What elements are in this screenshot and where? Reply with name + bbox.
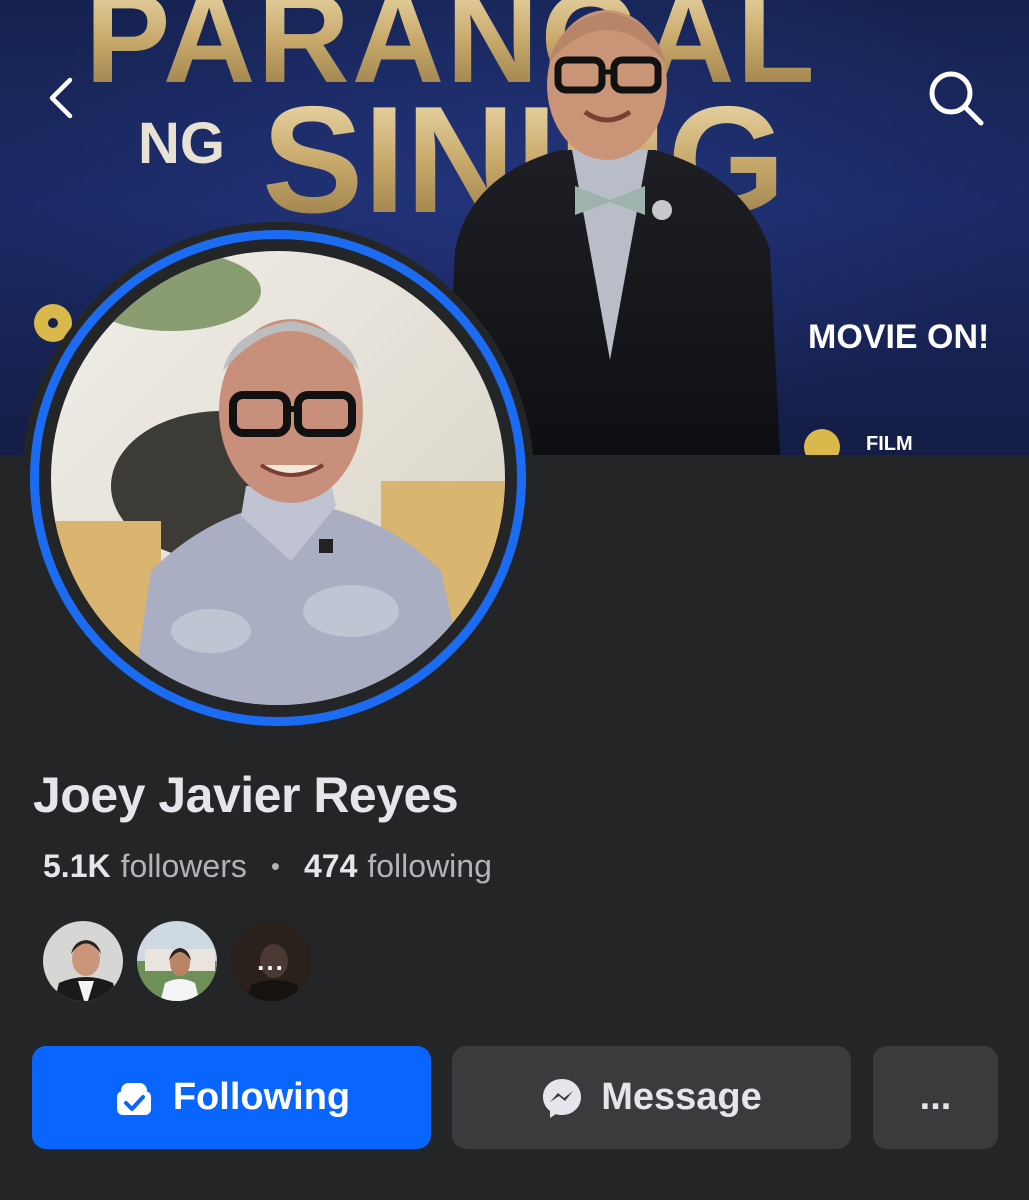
back-button[interactable] xyxy=(22,58,102,138)
mutual-avatar[interactable] xyxy=(134,918,220,1004)
film-council-logo: FILM xyxy=(866,433,913,455)
more-options-button[interactable]: ... xyxy=(873,1046,998,1149)
mutual-avatar-more[interactable]: ... xyxy=(228,918,314,1004)
following-button[interactable]: Following xyxy=(32,1046,431,1149)
following-count[interactable]: 474 xyxy=(304,848,357,885)
mutual-friends-avatars[interactable]: ... xyxy=(40,918,322,1004)
followers-count[interactable]: 5.1K xyxy=(43,848,111,885)
following-button-label: Following xyxy=(172,1076,351,1118)
cover-sign-ng: NG xyxy=(138,111,225,176)
search-button[interactable] xyxy=(916,58,996,138)
message-button-label: Message xyxy=(601,1076,762,1118)
profile-photo xyxy=(51,251,505,705)
more-mutuals-label: ... xyxy=(257,945,285,976)
message-button[interactable]: Message xyxy=(452,1046,851,1149)
search-icon xyxy=(929,71,984,126)
follow-stats: 5.1K followers • 474 following xyxy=(43,848,492,885)
followers-label[interactable]: followers xyxy=(121,848,247,885)
following-check-icon xyxy=(113,1077,155,1119)
more-options-icon: ... xyxy=(919,1076,952,1118)
following-label[interactable]: following xyxy=(367,848,492,885)
profile-picture[interactable] xyxy=(22,222,534,734)
movie-on-logo: MOVIE ON! xyxy=(808,318,989,356)
mutual-avatar[interactable] xyxy=(40,918,126,1004)
chevron-left-icon xyxy=(49,77,73,119)
messenger-icon xyxy=(541,1077,583,1119)
profile-name: Joey Javier Reyes xyxy=(33,767,459,823)
stats-separator: • xyxy=(270,851,280,881)
story-ring xyxy=(30,230,526,726)
